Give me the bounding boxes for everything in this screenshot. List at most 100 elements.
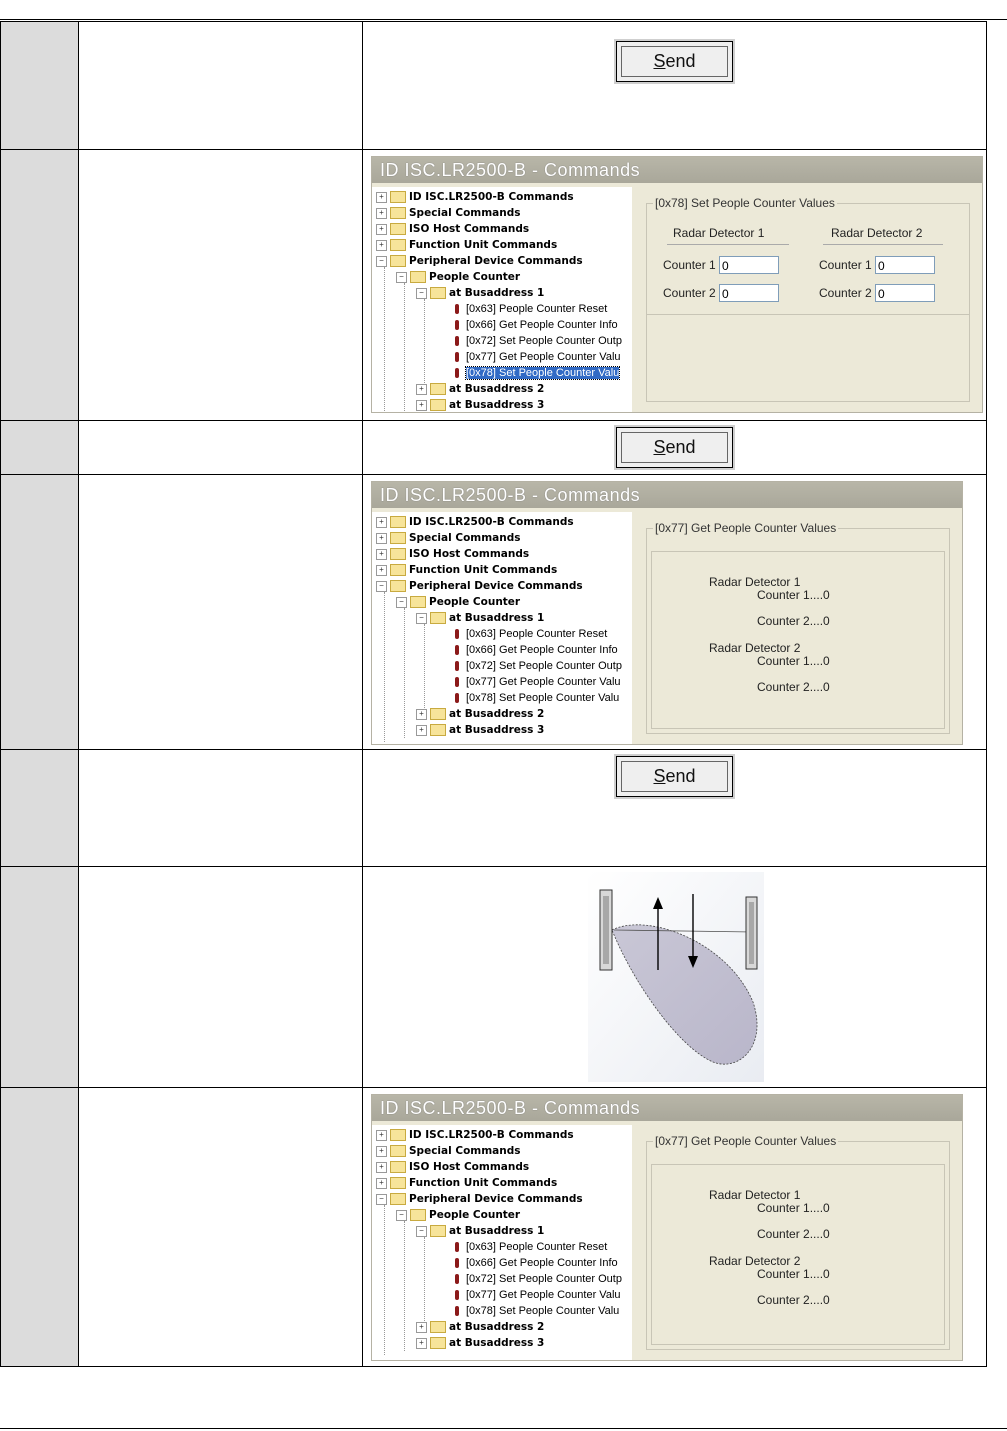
d2-counter-2-value: Counter 2....0 bbox=[757, 1293, 830, 1307]
tree-item[interactable]: + Special Commands bbox=[376, 1143, 521, 1159]
counter-1-label: Counter 1 bbox=[663, 258, 716, 272]
tree-item[interactable]: − Peripheral Device Commands bbox=[376, 1191, 583, 1207]
d2-counter-2-value: Counter 2....0 bbox=[757, 680, 830, 694]
d2-counter-1-input[interactable]: 0 bbox=[875, 256, 935, 274]
command-icon bbox=[455, 1306, 459, 1317]
tree-item[interactable]: + Special Commands bbox=[376, 205, 521, 221]
d2-counter-1-value: Counter 1....0 bbox=[757, 1267, 830, 1281]
tree-item-command[interactable]: [0x77] Get People Counter Valu bbox=[452, 1287, 621, 1303]
tree-item-command[interactable]: [0x63] People Counter Reset bbox=[452, 626, 607, 642]
tree-item[interactable]: − People Counter bbox=[396, 1207, 520, 1223]
tree-item[interactable]: + at Busaddress 3 bbox=[416, 1335, 544, 1351]
step-figure-cell: ID ISC.LR2500-B - Commands + ID ISC.LR250… bbox=[362, 1087, 987, 1367]
tree-item[interactable]: + at Busaddress 2 bbox=[416, 1319, 544, 1335]
tree-item-command[interactable]: [0x72] Set People Counter Outp bbox=[452, 658, 622, 674]
command-icon bbox=[455, 352, 459, 363]
send-button[interactable]: Send bbox=[614, 754, 735, 799]
command-icon bbox=[455, 336, 459, 347]
tree-item[interactable]: + ISO Host Commands bbox=[376, 1159, 529, 1175]
tree-item[interactable]: + Special Commands bbox=[376, 530, 521, 546]
d2-counter-1-value: Counter 1....0 bbox=[757, 654, 830, 668]
tree-item[interactable]: + ID ISC.LR2500-B Commands bbox=[376, 189, 574, 205]
tree-item-command[interactable]: [0x66] Get People Counter Info bbox=[452, 317, 618, 333]
tree-item-command[interactable]: [0x77] Get People Counter Valu bbox=[452, 674, 621, 690]
tree-item-command[interactable]: [0x66] Get People Counter Info bbox=[452, 642, 618, 658]
table-row: Send bbox=[0, 21, 987, 150]
tree-item[interactable]: + ISO Host Commands bbox=[376, 546, 529, 562]
tree-item[interactable]: + at Busaddress 2 bbox=[416, 706, 544, 722]
folder-icon bbox=[390, 1129, 406, 1142]
command-icon bbox=[455, 629, 459, 640]
tree-item[interactable]: + Function Unit Commands bbox=[376, 237, 557, 253]
send-accelerator: S bbox=[653, 51, 666, 71]
tree-item[interactable]: + at Busaddress 3 bbox=[416, 397, 544, 412]
tree-item[interactable]: + at Busaddress 3 bbox=[416, 722, 544, 738]
tree-item[interactable]: − People Counter bbox=[396, 269, 520, 285]
tree-item-command-selected[interactable]: [0x78] Set People Counter Valu bbox=[452, 365, 621, 381]
folder-icon bbox=[390, 564, 406, 577]
tree-item[interactable]: + at Busaddress 2 bbox=[416, 381, 544, 397]
step-figure-cell bbox=[362, 866, 987, 1088]
command-icon bbox=[455, 320, 459, 331]
step-figure-cell: Send bbox=[362, 21, 987, 150]
d2-counter-2-input[interactable]: 0 bbox=[875, 284, 935, 302]
d1-counter-2-value: Counter 2....0 bbox=[757, 1227, 830, 1241]
tree-item-command[interactable]: [0x63] People Counter Reset bbox=[452, 301, 607, 317]
command-icon bbox=[455, 368, 459, 379]
command-icon bbox=[455, 304, 459, 315]
command-icon bbox=[455, 1242, 459, 1253]
command-icon bbox=[455, 1258, 459, 1269]
tree-item-command[interactable]: [0x72] Set People Counter Outp bbox=[452, 1271, 622, 1287]
tree-item[interactable]: + Function Unit Commands bbox=[376, 1175, 557, 1191]
send-accelerator: S bbox=[653, 766, 666, 786]
command-form: [0x78] Set People Counter Values Radar D… bbox=[638, 187, 976, 406]
folder-icon bbox=[390, 516, 406, 529]
tree-item[interactable]: − at Busaddress 1 bbox=[416, 1223, 544, 1239]
tree-item[interactable]: + ID ISC.LR2500-B Commands bbox=[376, 1127, 574, 1143]
step-description-cell bbox=[78, 149, 363, 421]
step-number-cell bbox=[0, 21, 79, 150]
folder-icon bbox=[430, 399, 446, 412]
folder-icon bbox=[430, 1321, 446, 1334]
step-description-cell bbox=[78, 420, 363, 475]
detector-1-heading: Radar Detector 1 bbox=[673, 226, 765, 240]
table-row: Send bbox=[0, 420, 987, 475]
detector-2-heading: Radar Detector 2 bbox=[709, 1254, 801, 1268]
tree-item-command[interactable]: [0x78] Set People Counter Valu bbox=[452, 690, 619, 706]
step-number-cell bbox=[0, 420, 79, 475]
d1-counter-2-value: Counter 2....0 bbox=[757, 614, 830, 628]
table-row bbox=[0, 866, 987, 1088]
step-figure-cell: ID ISC.LR2500-B - Commands + ID ISC.LR250… bbox=[362, 149, 987, 421]
tree-item[interactable]: + Function Unit Commands bbox=[376, 562, 557, 578]
table-row: ID ISC.LR2500-B - Commands + ID ISC.LR250… bbox=[0, 474, 987, 750]
footer-rule bbox=[0, 1428, 1007, 1429]
tree-item[interactable]: − at Busaddress 1 bbox=[416, 610, 544, 626]
tree-item[interactable]: + ISO Host Commands bbox=[376, 221, 529, 237]
tree-item[interactable]: − at Busaddress 1 bbox=[416, 285, 544, 301]
tree-item[interactable]: − People Counter bbox=[396, 594, 520, 610]
send-button[interactable]: Send bbox=[614, 39, 735, 84]
tree-item-command[interactable]: [0x63] People Counter Reset bbox=[452, 1239, 607, 1255]
tree-item[interactable]: − Peripheral Device Commands bbox=[376, 253, 583, 269]
folder-icon bbox=[430, 383, 446, 396]
header-rule bbox=[0, 19, 1007, 20]
send-button[interactable]: Send bbox=[614, 425, 735, 470]
open-folder-icon bbox=[430, 287, 446, 300]
tree-item-command[interactable]: [0x72] Set People Counter Outp bbox=[452, 333, 622, 349]
step-figure-cell: Send bbox=[362, 420, 987, 475]
d1-counter-1-input[interactable]: 0 bbox=[719, 256, 779, 274]
commands-panel: ID ISC.LR2500-B - Commands + ID ISC.LR250… bbox=[371, 156, 983, 413]
tree-item[interactable]: − Peripheral Device Commands bbox=[376, 578, 583, 594]
counter-2-label: Counter 2 bbox=[663, 286, 716, 300]
panel-title: ID ISC.LR2500-B - Commands bbox=[372, 482, 962, 508]
tree-item-command[interactable]: [0x77] Get People Counter Valu bbox=[452, 349, 621, 365]
table-row: ID ISC.LR2500-B - Commands + ID ISC.LR250… bbox=[0, 149, 987, 421]
table-row: Send bbox=[0, 749, 987, 867]
tree-item-command[interactable]: [0x78] Set People Counter Valu bbox=[452, 1303, 619, 1319]
tree-item[interactable]: + ID ISC.LR2500-B Commands bbox=[376, 514, 574, 530]
panel-title: ID ISC.LR2500-B - Commands bbox=[372, 1095, 962, 1121]
group-title: [0x78] Set People Counter Values bbox=[653, 196, 837, 210]
d1-counter-2-input[interactable]: 0 bbox=[719, 284, 779, 302]
tree-item-command[interactable]: [0x66] Get People Counter Info bbox=[452, 1255, 618, 1271]
command-tree: + ID ISC.LR2500-B Commands + Special Comma… bbox=[372, 187, 632, 412]
